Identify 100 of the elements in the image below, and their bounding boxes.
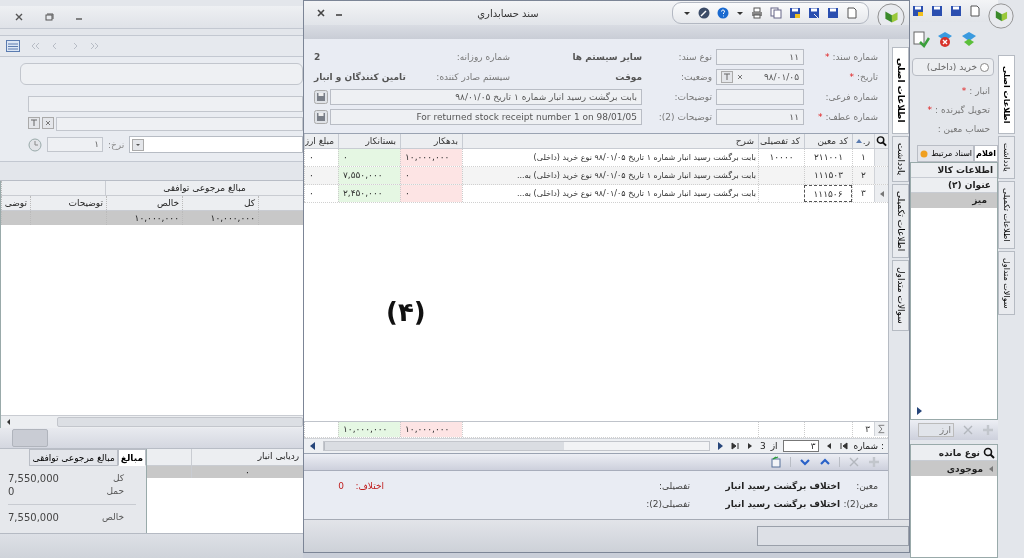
last-icon[interactable]: [729, 441, 740, 451]
column-header[interactable]: ر.: [852, 134, 874, 148]
column-header[interactable]: شرح: [462, 134, 758, 148]
input-field[interactable]: [20, 63, 303, 85]
logo-icon[interactable]: [988, 3, 1014, 29]
input-field[interactable]: [56, 117, 303, 131]
tool-icon[interactable]: [960, 30, 978, 48]
table-row[interactable]: ۲ ۱۱۱۵۰۳ بابت برگشت رسید انبار شماره ۱ تاریخ ۹۸/۰۱/۰۵ نوع خرید (داخلی) به... ۰ ۷,۵۵۰,۰۰۰ ۰: [304, 167, 888, 185]
input-field[interactable]: ۱۱: [716, 109, 804, 125]
required-mark: *: [849, 72, 855, 82]
table-row[interactable]: ۱۰,۰۰۰,۰۰۰ ۱۰,۰۰۰,۰۰۰: [1, 211, 303, 225]
clear-icon[interactable]: [42, 117, 54, 129]
save-icon[interactable]: [912, 5, 924, 17]
save-icon[interactable]: [827, 7, 839, 19]
save-icon[interactable]: [314, 110, 328, 124]
rate-field[interactable]: ۱: [47, 137, 103, 152]
table-cell: ۷,۵۵۰,۰۰۰: [338, 167, 400, 184]
pager-label: از: [770, 441, 778, 451]
column-header[interactable]: کد تفصیلی: [758, 134, 804, 148]
tab[interactable]: اقلام: [974, 145, 998, 162]
input-field[interactable]: [716, 89, 804, 105]
table-row[interactable]: ۳ ۱۱۱۵۰۶ بابت برگشت رسید انبار شماره ۱ تاریخ ۹۸/۰۱/۰۵ نوع خرید (داخلی) به... ۰ ۲,۴۵۰,۰۰۰ ۰: [304, 185, 888, 203]
dropdown-field[interactable]: [129, 136, 303, 153]
column-header[interactable]: توضیحات: [30, 196, 106, 210]
side-tab[interactable]: یادداشت: [892, 135, 909, 182]
column-header[interactable]: خالص: [106, 196, 182, 210]
document-icon[interactable]: [846, 7, 858, 19]
cancel-icon[interactable]: [936, 30, 954, 48]
field-label: سیستم صادر کننده:: [436, 72, 511, 82]
column-header[interactable]: بستانکار: [338, 134, 400, 148]
down-icon[interactable]: [799, 456, 811, 468]
input-field[interactable]: [28, 96, 303, 112]
annotation-label: (۴): [386, 297, 426, 327]
document-check-icon[interactable]: [912, 30, 930, 48]
tab[interactable]: مبالغ: [117, 449, 146, 466]
column-header[interactable]: کل: [182, 196, 258, 210]
date-field[interactable]: ۹۸/۰۱/۰۵: [716, 69, 804, 85]
save-icon[interactable]: [314, 90, 328, 104]
table-cell: ۰: [400, 167, 462, 184]
input-field[interactable]: ۱۱: [716, 49, 804, 65]
tab[interactable]: اسناد مرتبط: [917, 145, 975, 162]
table-cell: ۱: [852, 149, 874, 166]
currency-field[interactable]: ارز: [918, 423, 954, 437]
right-arrow-icon[interactable]: [914, 406, 924, 416]
side-tab[interactable]: اطلاعات اصلی: [892, 47, 909, 134]
description-field[interactable]: For returned stock receipt number 1 on 98/01/05: [330, 109, 642, 125]
close-icon[interactable]: [14, 12, 24, 22]
sort-icon: [854, 137, 863, 145]
search-icon[interactable]: [983, 446, 995, 459]
first-icon[interactable]: [838, 441, 849, 451]
date-value: ۹۸/۰۱/۰۵: [763, 71, 799, 84]
radio-button[interactable]: خرید (داخلی): [912, 58, 994, 76]
field-label: معین:: [855, 481, 878, 491]
column-header[interactable]: کد معین: [804, 134, 852, 148]
field-value: تامین کنندگان و انبار: [314, 72, 406, 82]
page-field[interactable]: ۳: [782, 440, 819, 452]
side-tab[interactable]: سوالات متداول: [998, 250, 1015, 316]
side-tab[interactable]: یادداشت: [998, 136, 1015, 180]
column-header[interactable]: عنوان (۲): [911, 178, 997, 193]
scroll-thumb[interactable]: [324, 442, 564, 450]
table-cell: ۰: [400, 185, 462, 202]
table-cell: ۳: [852, 422, 874, 437]
field-label: تفصیلی(2):: [645, 499, 690, 509]
scroll-bar[interactable]: [323, 441, 710, 451]
caret-icon[interactable]: [683, 9, 691, 17]
caret-icon[interactable]: [736, 9, 744, 17]
search-icon[interactable]: [874, 134, 888, 148]
filter-icon[interactable]: [721, 71, 733, 83]
help-icon[interactable]: [717, 7, 729, 19]
copy-icon[interactable]: [770, 7, 782, 19]
filter-icon[interactable]: [28, 117, 40, 129]
left-arrow-icon[interactable]: [308, 441, 318, 451]
close-icon[interactable]: [316, 8, 326, 18]
table-cell: ۰: [304, 185, 338, 202]
column-header[interactable]: توضی: [1, 196, 30, 210]
restore-icon[interactable]: [44, 12, 54, 22]
edit-icon[interactable]: [770, 456, 782, 468]
row-selector[interactable]: [874, 185, 888, 202]
document-icon[interactable]: [969, 5, 981, 17]
list-icon[interactable]: [6, 40, 20, 52]
column-header[interactable]: بدهکار: [400, 134, 462, 148]
field-label: تاریخ:: [857, 72, 878, 82]
save-icon[interactable]: [931, 5, 943, 17]
save-icon[interactable]: [789, 7, 801, 19]
splitter-handle[interactable]: [12, 429, 48, 447]
side-tab[interactable]: اطلاعات اصلی: [998, 55, 1015, 135]
side-tab[interactable]: سوالات متداول: [892, 260, 909, 331]
field-label: شماره سند:: [832, 52, 878, 62]
save-icon[interactable]: [950, 5, 962, 17]
printer-icon[interactable]: [751, 7, 763, 19]
column-header[interactable]: مبلغ ارز: [304, 134, 338, 148]
description-field[interactable]: بابت برگشت رسید انبار شماره ۱ تاریخ ۹۸/۰۱/۰۵: [330, 89, 642, 105]
save-icon[interactable]: [808, 7, 820, 19]
scroll-bar[interactable]: [1, 415, 303, 428]
table-cell: ۱۰,۰۰۰,۰۰۰: [182, 211, 258, 225]
tab[interactable]: مبالغ مرجوعی توافقی: [29, 449, 118, 466]
side-tab[interactable]: اطلاعات تکمیلی: [892, 183, 909, 259]
field-value: موقت: [615, 72, 642, 82]
wrench-icon[interactable]: [698, 7, 710, 19]
side-tab[interactable]: اطلاعات تکمیلی: [998, 181, 1015, 249]
